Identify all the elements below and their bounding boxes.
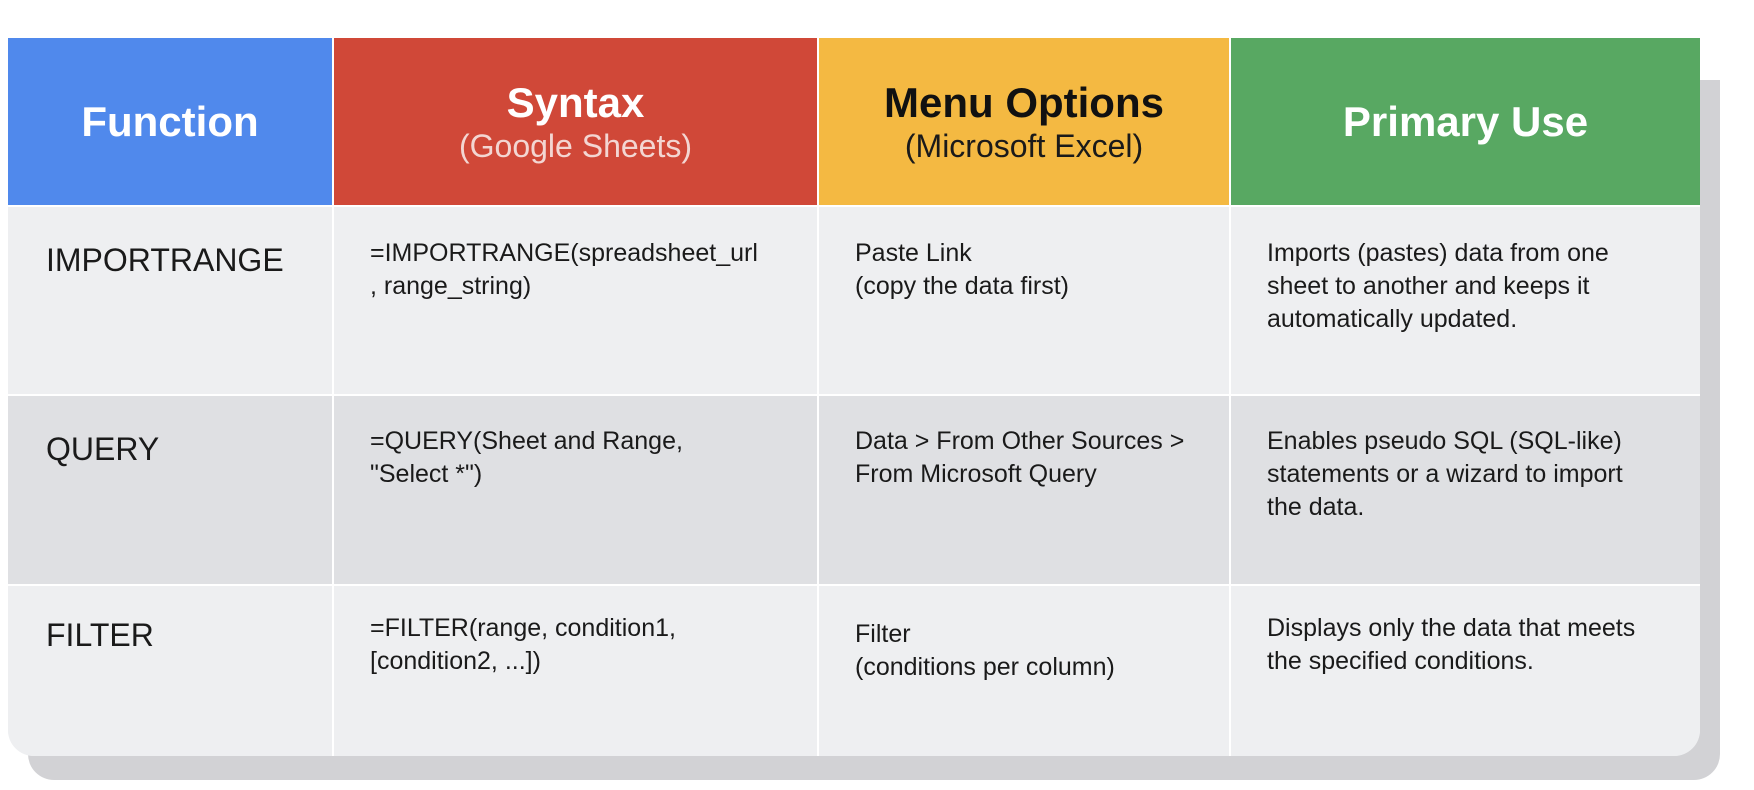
- header-menu-options-subtitle: (Microsoft Excel): [904, 127, 1144, 164]
- syntax-cell: =QUERY(Sheet and Range, "Select *"): [333, 395, 819, 586]
- header-syntax: Syntax (Google Sheets): [333, 38, 819, 207]
- primary-use-text: Displays only the data that meets the sp…: [1267, 614, 1636, 675]
- primary-use-cell: Imports (pastes) data from one sheet to …: [1230, 206, 1700, 396]
- table-row-importrange: IMPORTRANGE =IMPORTRANGE(spreadsheet_url…: [8, 206, 1700, 396]
- menu-options-cell: Data > From Other Sources > From Microso…: [818, 395, 1231, 586]
- header-function-title: Function: [81, 97, 259, 145]
- primary-use-cell: Displays only the data that meets the sp…: [1230, 585, 1700, 756]
- function-cell: QUERY: [8, 395, 334, 586]
- comparison-table: Function Syntax (Google Sheets) Menu Opt…: [8, 38, 1700, 756]
- syntax-cell: =IMPORTRANGE(spreadsheet_url , range_str…: [333, 206, 819, 396]
- header-function: Function: [8, 38, 334, 207]
- function-name: IMPORTRANGE: [46, 242, 284, 278]
- header-menu-options-title: Menu Options: [884, 78, 1164, 126]
- header-primary-use-title: Primary Use: [1342, 97, 1589, 145]
- menu-options-text: Data > From Other Sources > From Microso…: [855, 427, 1185, 488]
- table-row-filter: FILTER =FILTER(range, condition1, [condi…: [8, 585, 1700, 756]
- header-menu-options: Menu Options (Microsoft Excel): [818, 38, 1231, 207]
- function-cell: FILTER: [8, 585, 334, 756]
- header-syntax-title: Syntax: [506, 78, 645, 126]
- table-row-query: QUERY =QUERY(Sheet and Range, "Select *"…: [8, 395, 1700, 586]
- syntax-text: =QUERY(Sheet and Range, "Select *"): [370, 427, 683, 488]
- comparison-table-card: Function Syntax (Google Sheets) Menu Opt…: [8, 38, 1700, 756]
- header-primary-use: Primary Use: [1230, 38, 1700, 207]
- primary-use-cell: Enables pseudo SQL (SQL-like) statements…: [1230, 395, 1700, 586]
- syntax-text: =FILTER(range, condition1, [condition2, …: [370, 614, 676, 675]
- header-syntax-subtitle: (Google Sheets): [458, 127, 692, 164]
- menu-options-text: Filter (conditions per column): [855, 620, 1115, 681]
- syntax-cell: =FILTER(range, condition1, [condition2, …: [333, 585, 819, 756]
- function-name: QUERY: [46, 431, 160, 467]
- menu-options-cell: Filter (conditions per column): [818, 585, 1231, 756]
- menu-options-cell: Paste Link (copy the data first): [818, 206, 1231, 396]
- menu-options-text: Paste Link (copy the data first): [855, 239, 1069, 300]
- primary-use-text: Imports (pastes) data from one sheet to …: [1267, 239, 1609, 333]
- function-cell: IMPORTRANGE: [8, 206, 334, 396]
- syntax-text: =IMPORTRANGE(spreadsheet_url , range_str…: [370, 239, 758, 300]
- header-row: Function Syntax (Google Sheets) Menu Opt…: [8, 38, 1700, 207]
- primary-use-text: Enables pseudo SQL (SQL-like) statements…: [1267, 427, 1623, 521]
- function-name: FILTER: [46, 617, 154, 653]
